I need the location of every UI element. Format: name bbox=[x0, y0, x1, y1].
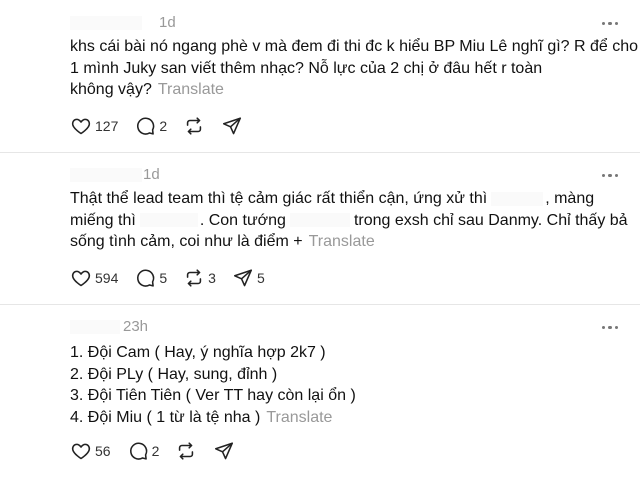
redacted-text bbox=[491, 191, 544, 206]
comment-count: 2 bbox=[151, 443, 160, 459]
like-count: 127 bbox=[95, 118, 119, 134]
comment-button[interactable]: 2 bbox=[134, 115, 167, 137]
more-dots-icon bbox=[601, 326, 606, 330]
repost-arrows-icon bbox=[183, 267, 205, 289]
repost-count: 3 bbox=[208, 270, 216, 286]
like-button[interactable]: 56 bbox=[70, 440, 111, 462]
post-time: 1d bbox=[143, 166, 160, 183]
post-line: Thật thể lead team thì tệ cảm giác rất t… bbox=[70, 188, 628, 210]
text-segment: , màng bbox=[545, 190, 595, 207]
repost-button[interactable] bbox=[175, 440, 197, 462]
post-line-last: sống tình cảm, coi như là điểm + Translat… bbox=[70, 231, 628, 253]
post-line: khs cái bài nó ngang phè v mà đem đi thi… bbox=[70, 38, 639, 55]
post-text: Thật thể lead team thì tệ cảm giác rất t… bbox=[70, 188, 628, 253]
more-dots-icon bbox=[601, 22, 606, 26]
list-item-last: 4. Đội Miu ( 1 từ là tệ nha ) Translate bbox=[70, 407, 356, 429]
comment-button[interactable]: 2 bbox=[127, 440, 160, 462]
username-redacted[interactable] bbox=[70, 320, 120, 334]
heart-icon bbox=[70, 267, 92, 289]
repost-button[interactable] bbox=[183, 115, 205, 137]
more-options-button[interactable] bbox=[601, 174, 618, 178]
repost-button[interactable]: 3 bbox=[183, 267, 216, 289]
share-count: 5 bbox=[256, 270, 265, 286]
action-bar: 127 2 bbox=[70, 114, 259, 138]
share-button[interactable]: 5 bbox=[232, 267, 265, 289]
comment-bubble-icon bbox=[134, 115, 156, 137]
share-button[interactable] bbox=[213, 440, 235, 462]
like-count: 56 bbox=[95, 443, 111, 459]
username-redacted[interactable] bbox=[70, 168, 142, 182]
send-plane-icon bbox=[221, 115, 243, 137]
action-bar: 56 2 bbox=[70, 439, 251, 463]
post-text: khs cái bài nó ngang phè v mà đem đi thi… bbox=[70, 36, 638, 101]
send-plane-icon bbox=[213, 440, 235, 462]
redacted-text bbox=[139, 213, 198, 228]
like-button[interactable]: 594 bbox=[70, 267, 118, 289]
text-segment: Thật thể lead team thì tệ cảm giác rất t… bbox=[70, 190, 488, 207]
post-text: 1. Đội Cam ( Hay, ý nghĩa hợp 2k7 ) 2. Đ… bbox=[70, 342, 356, 428]
post-time: 1d bbox=[159, 14, 176, 31]
post-line-text: sống tình cảm, coi như là điểm + bbox=[70, 233, 303, 250]
list-item: 2. Đội PLy ( Hay, sung, đỉnh ) bbox=[70, 365, 278, 383]
post-line-text: 4. Đội Miu ( 1 từ là tệ nha ) bbox=[70, 408, 261, 426]
translate-link[interactable]: Translate bbox=[266, 409, 332, 426]
like-button[interactable]: 127 bbox=[70, 115, 118, 137]
translate-link[interactable]: Translate bbox=[158, 81, 224, 98]
send-plane-icon bbox=[232, 267, 254, 289]
username-redacted[interactable] bbox=[70, 16, 142, 30]
post-line-text: không vậy? bbox=[70, 81, 152, 98]
post-line-last: không vậy? Translate bbox=[70, 79, 638, 101]
share-button[interactable] bbox=[221, 115, 243, 137]
more-options-button[interactable] bbox=[601, 22, 618, 26]
heart-icon bbox=[70, 440, 92, 462]
text-segment: . Con tướng bbox=[199, 211, 286, 229]
text-segment: trong exsh chỉ sau Danmy. Chỉ thấy bả bbox=[353, 211, 628, 229]
like-count: 594 bbox=[95, 270, 119, 286]
post-line: miếng thì . Con tướng trong exsh chỉ sau D… bbox=[70, 210, 628, 232]
divider bbox=[0, 152, 640, 153]
repost-arrows-icon bbox=[183, 115, 205, 137]
more-dots-icon bbox=[601, 174, 606, 178]
action-bar: 594 5 3 5 bbox=[70, 266, 281, 290]
heart-icon bbox=[70, 115, 92, 137]
repost-arrows-icon bbox=[175, 440, 197, 462]
comment-count: 2 bbox=[159, 118, 168, 134]
translate-link[interactable]: Translate bbox=[309, 233, 375, 250]
more-options-button[interactable] bbox=[601, 326, 618, 330]
post-time: 23h bbox=[123, 318, 149, 335]
comment-bubble-icon bbox=[127, 440, 149, 462]
comment-bubble-icon bbox=[134, 267, 156, 289]
list-item: 3. Đội Tiên Tiên ( Ver TT hay còn lại ổn… bbox=[70, 387, 356, 404]
list-item: 1. Đội Cam ( Hay, ý nghĩa hợp 2k7 ) bbox=[70, 344, 326, 361]
divider bbox=[0, 304, 640, 305]
text-segment: miếng thì bbox=[70, 211, 136, 229]
comment-count: 5 bbox=[159, 270, 168, 286]
comment-button[interactable]: 5 bbox=[134, 267, 167, 289]
post-line: 1 mình Juky san viết thêm nhạc? Nỗ lực c… bbox=[70, 59, 543, 77]
redacted-text bbox=[289, 213, 350, 228]
